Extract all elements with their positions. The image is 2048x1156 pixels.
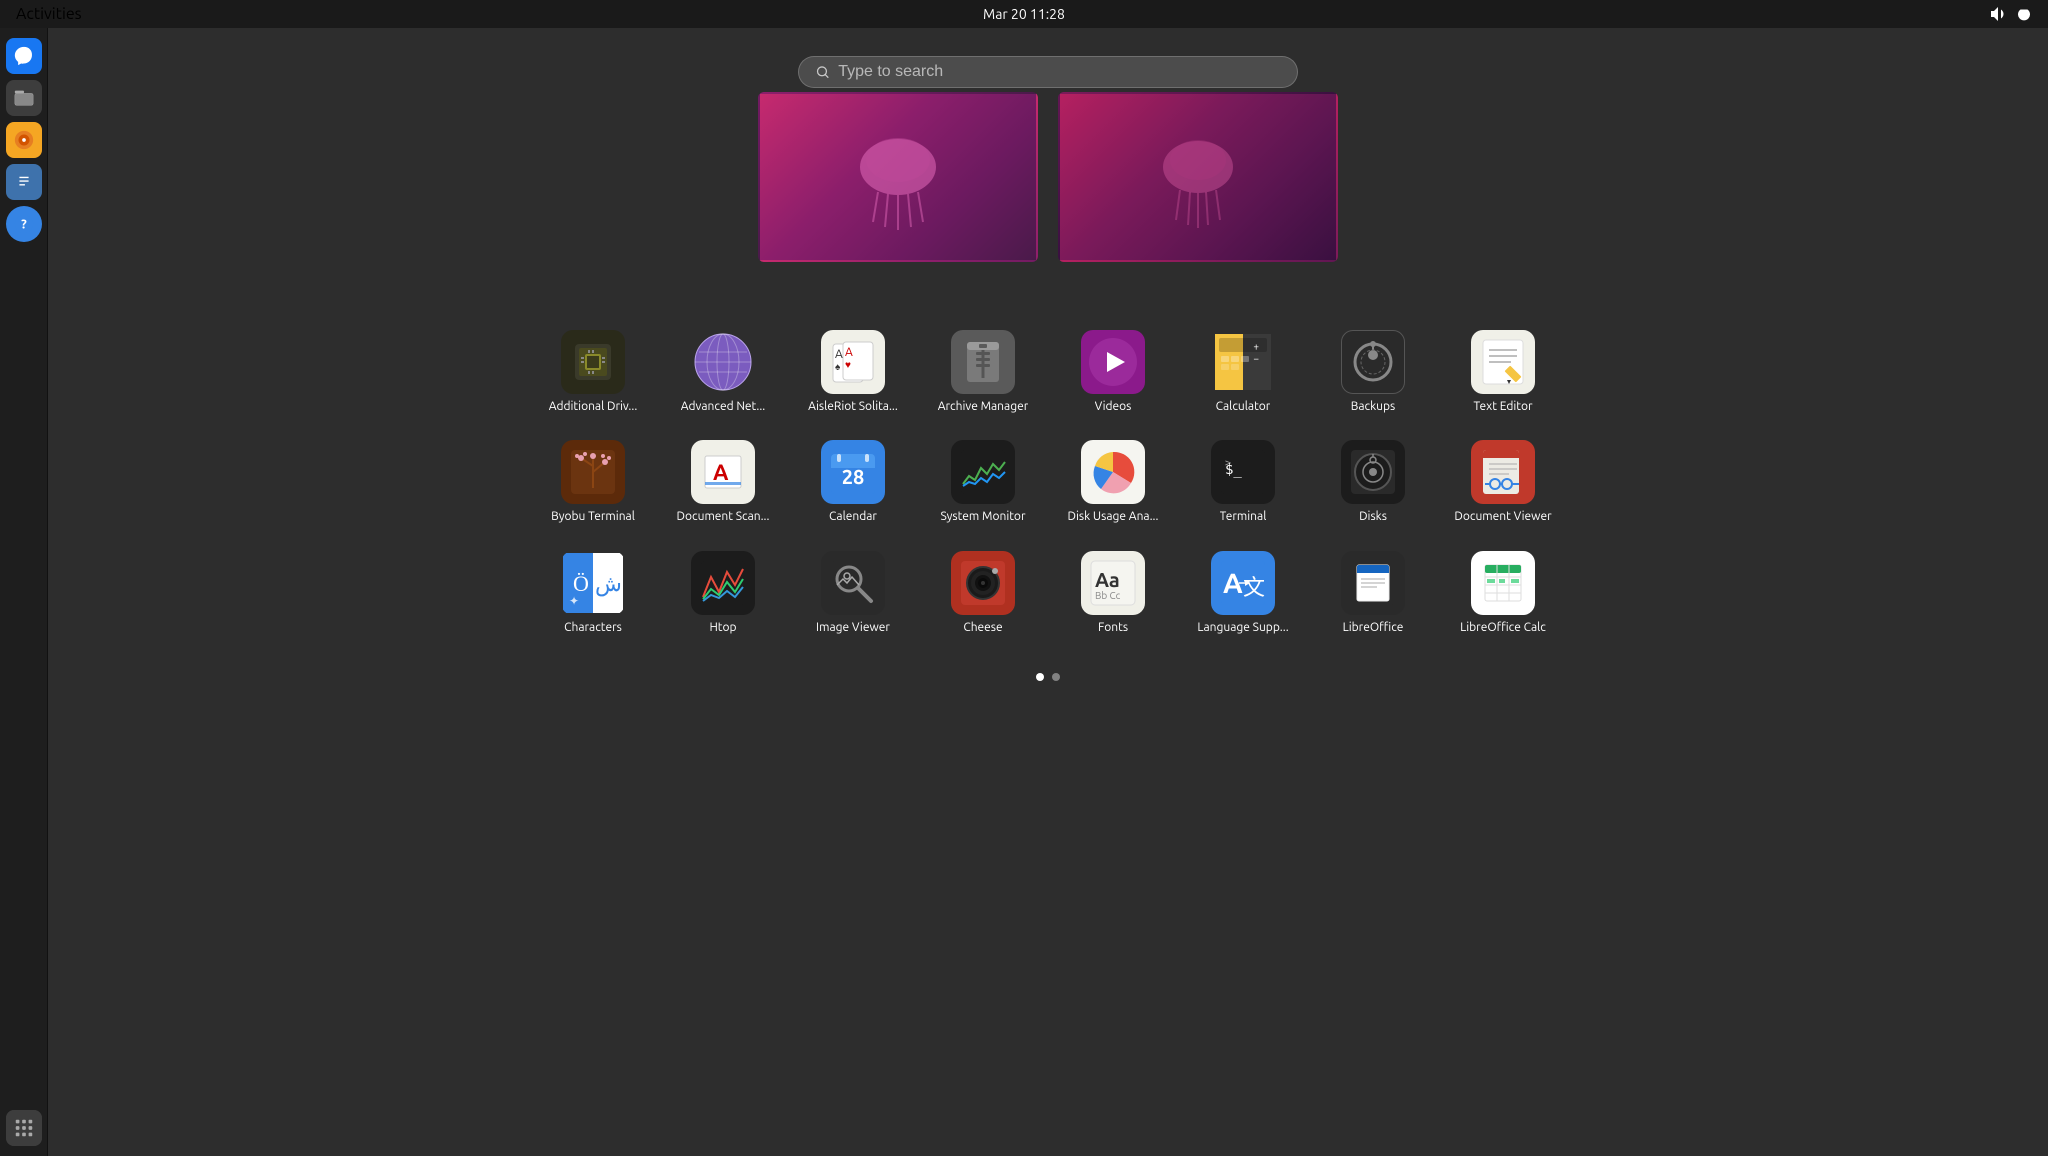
svg-text:Aa: Aa xyxy=(1095,568,1120,591)
app-cheese[interactable]: Cheese xyxy=(928,543,1038,643)
svg-text:−: − xyxy=(1253,353,1259,364)
app-label-text-editor: Text Editor xyxy=(1473,400,1532,414)
app-characters[interactable]: Ö ش ✦ Characters xyxy=(538,543,648,643)
dock-files[interactable] xyxy=(6,80,42,116)
pagination-dot-1[interactable] xyxy=(1036,673,1044,681)
app-label-libreoffice-calc: LibreOffice Calc xyxy=(1460,621,1546,635)
activities-button[interactable]: Activities xyxy=(16,5,82,23)
app-label-libreoffice: LibreOffice xyxy=(1343,621,1404,635)
app-doc-scanner[interactable]: A Document Scan... xyxy=(668,432,778,532)
app-label-doc-scanner: Document Scan... xyxy=(677,510,770,524)
app-backups[interactable]: Backups xyxy=(1318,322,1428,422)
main-content: Additional Driv... Advanced Net... xyxy=(48,28,2048,1156)
speaker-icon[interactable] xyxy=(1990,6,2006,22)
dock-help[interactable]: ? xyxy=(6,206,42,242)
app-label-htop: Htop xyxy=(709,621,736,635)
app-label-additional-drivers: Additional Driv... xyxy=(549,400,638,414)
dock-writer[interactable] xyxy=(6,164,42,200)
svg-text:>: > xyxy=(1225,458,1231,469)
svg-text:♠: ♠ xyxy=(835,361,841,372)
app-label-characters: Characters xyxy=(564,621,622,635)
app-label-lang-support: Language Supp... xyxy=(1197,621,1288,635)
app-label-fonts: Fonts xyxy=(1098,621,1128,635)
app-label-archive-manager: Archive Manager xyxy=(938,400,1029,414)
window-preview-2[interactable] xyxy=(1058,92,1338,262)
svg-text:ش: ش xyxy=(595,571,622,597)
app-text-editor[interactable]: Text Editor xyxy=(1448,322,1558,422)
app-videos[interactable]: Videos xyxy=(1058,322,1168,422)
app-terminal[interactable]: $_ > Terminal xyxy=(1188,432,1298,532)
app-additional-drivers[interactable]: Additional Driv... xyxy=(538,322,648,422)
app-image-viewer[interactable]: Image Viewer xyxy=(798,543,908,643)
app-label-doc-viewer: Document Viewer xyxy=(1454,510,1551,524)
app-label-aisleriot: AisleRiot Solita... xyxy=(808,400,898,414)
app-libreoffice[interactable]: LibreOffice xyxy=(1318,543,1428,643)
app-calendar[interactable]: 28 Calendar xyxy=(798,432,908,532)
search-icon xyxy=(815,64,830,80)
app-grid: Additional Driv... Advanced Net... xyxy=(518,322,1578,643)
topbar-right-controls xyxy=(1990,6,2032,22)
pagination-dots xyxy=(1036,673,1060,681)
topbar-datetime: Mar 20 11:28 xyxy=(983,6,1065,22)
app-label-calendar: Calendar xyxy=(829,510,877,524)
app-label-byobu: Byobu Terminal xyxy=(551,510,635,524)
app-fonts[interactable]: Aa Bb Cc Fonts xyxy=(1058,543,1168,643)
dock-show-apps[interactable] xyxy=(6,1110,42,1146)
app-libreoffice-calc[interactable]: LibreOffice Calc xyxy=(1448,543,1558,643)
app-disk-usage[interactable]: Disk Usage Ana... xyxy=(1058,432,1168,532)
app-label-disks: Disks xyxy=(1359,510,1387,524)
svg-text:?: ? xyxy=(21,218,27,232)
dock: ? xyxy=(0,28,48,1156)
app-calculator[interactable]: + − Calculator xyxy=(1188,322,1298,422)
svg-text:+: + xyxy=(1253,341,1259,352)
searchbar-container xyxy=(48,42,2048,88)
svg-text:♥: ♥ xyxy=(845,359,851,370)
app-htop[interactable]: Htop xyxy=(668,543,778,643)
search-input[interactable] xyxy=(838,63,1281,81)
searchbar[interactable] xyxy=(798,56,1298,88)
app-lang-support[interactable]: A 文 Language Supp... xyxy=(1188,543,1298,643)
svg-text:Bb Cc: Bb Cc xyxy=(1095,590,1121,601)
app-label-calculator: Calculator xyxy=(1216,400,1271,414)
app-aisleriot[interactable]: A ♠ A ♥ AisleRiot Solita... xyxy=(798,322,908,422)
svg-text:28: 28 xyxy=(842,465,865,488)
app-label-cheese: Cheese xyxy=(963,621,1002,635)
app-label-image-viewer: Image Viewer xyxy=(816,621,890,635)
app-label-terminal: Terminal xyxy=(1220,510,1267,524)
app-advanced-net[interactable]: Advanced Net... xyxy=(668,322,778,422)
window-previews xyxy=(758,92,1338,262)
app-label-backups: Backups xyxy=(1351,400,1396,414)
topbar: Activities Mar 20 11:28 xyxy=(0,0,2048,28)
svg-text:Ö: Ö xyxy=(573,571,589,596)
app-label-system-monitor: System Monitor xyxy=(940,510,1025,524)
app-label-advanced-net: Advanced Net... xyxy=(681,400,766,414)
app-label-disk-usage: Disk Usage Ana... xyxy=(1068,510,1159,524)
power-icon[interactable] xyxy=(2016,6,2032,22)
app-archive-manager[interactable]: Archive Manager xyxy=(928,322,1038,422)
app-disks[interactable]: Disks xyxy=(1318,432,1428,532)
app-system-monitor[interactable]: System Monitor xyxy=(928,432,1038,532)
app-doc-viewer[interactable]: Document Viewer xyxy=(1448,432,1558,532)
app-label-videos: Videos xyxy=(1095,400,1132,414)
app-byobu[interactable]: Byobu Terminal xyxy=(538,432,648,532)
svg-text:✦: ✦ xyxy=(569,595,579,608)
svg-text:A: A xyxy=(845,346,853,359)
dock-rhythmbox[interactable] xyxy=(6,122,42,158)
dock-messenger[interactable] xyxy=(6,38,42,74)
svg-text:A: A xyxy=(713,460,729,485)
pagination-dot-2[interactable] xyxy=(1052,673,1060,681)
svg-text:A: A xyxy=(835,348,843,361)
window-preview-1[interactable] xyxy=(758,92,1038,262)
svg-text:文: 文 xyxy=(1243,575,1265,600)
